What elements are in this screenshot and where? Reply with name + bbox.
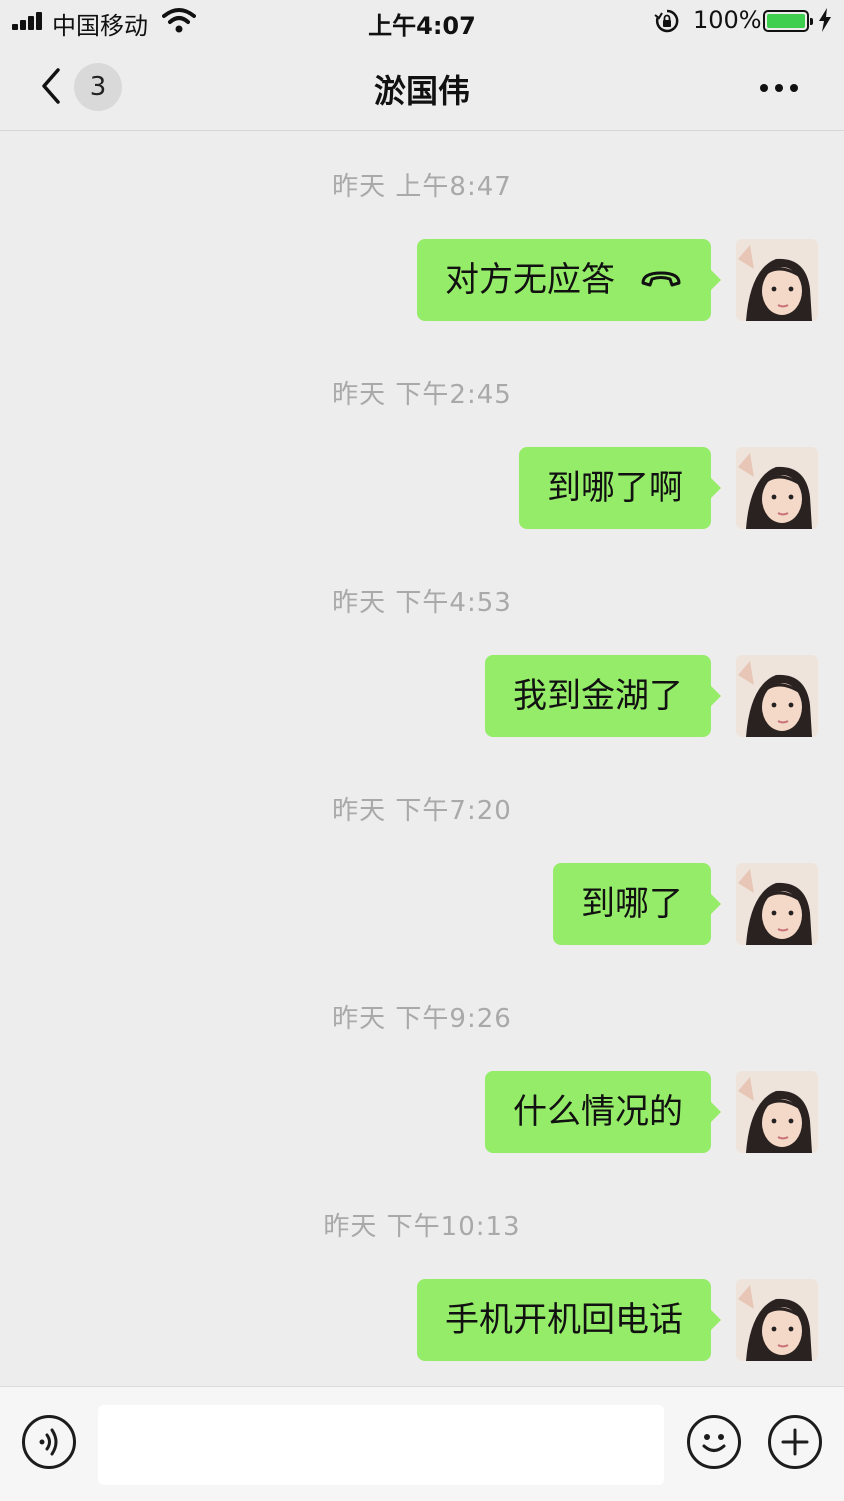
avatar[interactable] [736, 447, 818, 529]
ellipsis-icon[interactable] [752, 70, 806, 104]
message-text: 对方无应答 [445, 260, 615, 300]
avatar[interactable] [736, 863, 818, 945]
avatar[interactable] [736, 655, 818, 737]
message-timestamp: 昨天 下午7:20 [332, 796, 512, 826]
message-timestamp: 昨天 下午9:26 [332, 1004, 512, 1034]
message-input[interactable] [98, 1405, 664, 1485]
message-bubble[interactable]: 到哪了啊 [519, 447, 721, 529]
message-timestamp: 昨天 下午10:13 [323, 1212, 521, 1242]
phone-hangup-icon [641, 271, 681, 286]
message-bubble[interactable]: 什么情况的 [485, 1071, 721, 1153]
avatar[interactable] [736, 1279, 818, 1361]
message-text: 手机开机回电话 [445, 1300, 683, 1340]
message-text: 到哪了啊 [547, 468, 683, 508]
status-bar: 中国移动 上午4:07 100% [0, 0, 844, 44]
message-text: 到哪了 [581, 884, 683, 924]
battery-percentage: 100% [693, 6, 762, 34]
avatar[interactable] [736, 239, 818, 321]
chat-header: 3 淤国伟 [0, 44, 844, 131]
message-timestamp: 昨天 下午4:53 [332, 588, 512, 618]
chat-title: 淤国伟 [373, 72, 470, 110]
message-text: 我到金湖了 [513, 676, 683, 716]
plus-icon[interactable] [768, 1415, 822, 1469]
voice-icon[interactable] [22, 1415, 76, 1469]
rotation-lock-icon [654, 9, 679, 33]
message-bubble[interactable]: 到哪了 [553, 863, 721, 945]
battery-icon [763, 10, 813, 32]
message-timestamp: 昨天 下午2:45 [332, 380, 512, 410]
input-toolbar [0, 1386, 844, 1501]
message-bubble[interactable]: 我到金湖了 [485, 655, 721, 737]
charging-bolt-icon [819, 8, 831, 32]
emoji-icon[interactable] [687, 1415, 741, 1469]
avatar[interactable] [736, 1071, 818, 1153]
message-bubble[interactable]: 手机开机回电话 [417, 1279, 721, 1361]
call-status-bubble[interactable]: 对方无应答 [417, 239, 721, 321]
message-text: 什么情况的 [513, 1092, 683, 1132]
message-timestamp: 昨天 上午8:47 [332, 172, 512, 202]
